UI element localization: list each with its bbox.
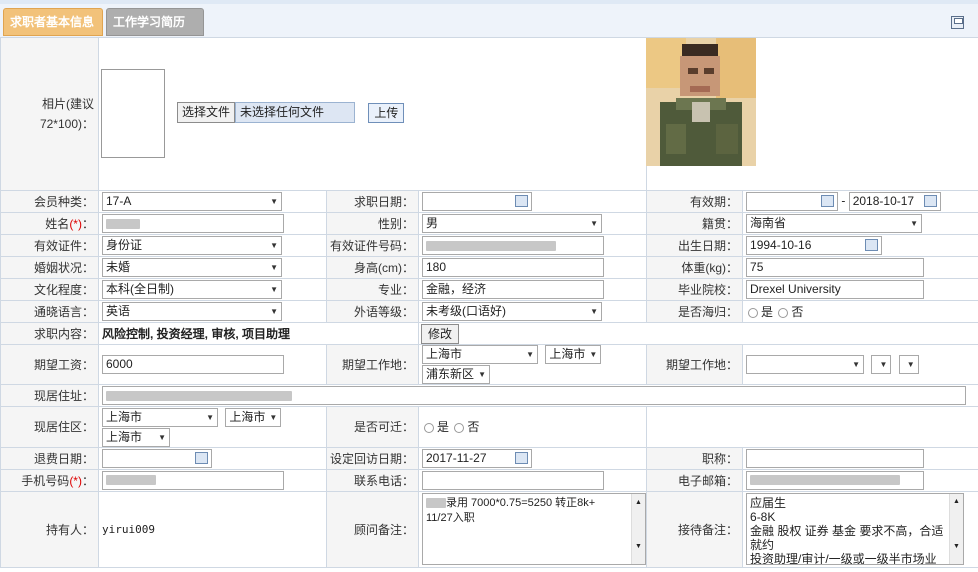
tab-basic-info[interactable]: 求职者基本信息: [3, 8, 103, 36]
modify-button[interactable]: 修改: [421, 323, 460, 344]
mobile-field[interactable]: [102, 470, 284, 490]
work-place-2-city-select[interactable]: [871, 355, 892, 375]
apply-date-label: 求职日期：: [326, 190, 419, 213]
profile-photo: [646, 38, 756, 166]
job-content-value: 风险控制, 投资经理, 审核, 项目助理: [102, 327, 291, 341]
save-icon[interactable]: [951, 16, 964, 29]
mobile-label: 手机号码(*)：: [0, 468, 99, 492]
calendar-icon[interactable]: [865, 239, 879, 251]
calendar-icon[interactable]: [821, 195, 835, 207]
work-place-2-province-select[interactable]: [746, 355, 865, 375]
address-label: 现居住址：: [0, 384, 99, 408]
live-area-label: 现居住区：: [0, 406, 99, 448]
foreign-level-select[interactable]: 未考级(口语好): [422, 302, 602, 321]
birth-date-label: 出生日期：: [646, 234, 744, 257]
calendar-icon[interactable]: [515, 195, 528, 207]
photo-preview-box: [101, 69, 165, 158]
job-title-label: 职称：: [646, 446, 744, 470]
email-label: 电子邮箱：: [646, 468, 744, 492]
work-place-2-label: 期望工作地：: [646, 343, 744, 386]
language-label: 通晓语言：: [0, 300, 99, 323]
overseas-label: 是否海归：: [646, 300, 744, 323]
work-place-city-select[interactable]: 上海市: [545, 345, 602, 365]
salary-field[interactable]: 6000: [102, 355, 284, 375]
school-label: 毕业院校：: [646, 278, 744, 301]
live-area-city-select[interactable]: 上海市: [225, 407, 282, 427]
calendar-icon[interactable]: [515, 451, 528, 464]
scrollbar[interactable]: [949, 494, 964, 565]
gender-select[interactable]: 男: [422, 214, 602, 233]
apply-date-field[interactable]: [422, 192, 532, 211]
refund-date-field[interactable]: [102, 448, 212, 468]
callback-date-label: 设定回访日期：: [326, 446, 419, 470]
school-field[interactable]: Drexel University: [746, 280, 925, 299]
education-select[interactable]: 本科(全日制): [102, 280, 282, 299]
range-dash: -: [841, 193, 846, 208]
holder-label: 持有人：: [0, 490, 99, 568]
address-field[interactable]: [102, 386, 966, 406]
job-seeker-form: 相片(建议72*100)： 选择文件 未选择任何文件 上传 会员种类： 17-A …: [0, 37, 978, 568]
foreign-level-label: 外语等级：: [326, 300, 419, 323]
id-number-label: 有效证件号码：: [326, 234, 419, 257]
holder-value: yirui009: [98, 490, 327, 568]
relocate-label: 是否可迁：: [326, 406, 419, 448]
major-label: 专业：: [326, 278, 419, 301]
valid-period-label: 有效期：: [646, 190, 744, 213]
work-place-district-select[interactable]: 浦东新区: [422, 365, 490, 385]
relocate-no-radio[interactable]: [454, 423, 465, 434]
calendar-icon[interactable]: [195, 451, 208, 464]
language-select[interactable]: 英语: [102, 302, 282, 321]
name-field[interactable]: [102, 214, 284, 233]
photo-label: 相片(建议72*100)：: [0, 37, 99, 191]
top-tab-bar: 求职者基本信息 工作学习简历: [0, 0, 978, 38]
upload-button[interactable]: 上传: [368, 102, 405, 123]
member-type-label: 会员种类：: [0, 190, 99, 213]
valid-from-field[interactable]: [746, 192, 839, 211]
file-name-display: 未选择任何文件: [235, 102, 356, 123]
member-type-select[interactable]: 17-A: [102, 192, 282, 211]
major-field[interactable]: 金融，经济: [422, 280, 604, 299]
callback-date-field[interactable]: 2017-11-27: [422, 448, 532, 468]
education-label: 文化程度：: [0, 278, 99, 301]
phone-field[interactable]: [422, 470, 604, 490]
live-area-province-select[interactable]: 上海市: [102, 407, 218, 427]
id-type-select[interactable]: 身份证: [102, 236, 282, 255]
live-area-district-select[interactable]: 上海市: [102, 427, 170, 447]
native-place-select[interactable]: 海南省: [746, 214, 923, 233]
work-place-label: 期望工作地：: [326, 343, 419, 386]
reception-note-textarea[interactable]: 应届生 6-8K 金融 股权 证券 基金 要求不高，合适就约 投资助理/审计/一级或一…: [746, 493, 965, 566]
id-type-label: 有效证件：: [0, 234, 99, 257]
birth-date-field[interactable]: 1994-10-16: [746, 236, 883, 255]
tab-work-resume[interactable]: 工作学习简历: [106, 8, 204, 36]
weight-field[interactable]: 75: [746, 258, 925, 277]
refund-date-label: 退费日期：: [0, 446, 99, 470]
calendar-icon[interactable]: [923, 195, 937, 207]
valid-to-field[interactable]: 2018-10-17: [848, 192, 941, 211]
job-title-field[interactable]: [746, 448, 925, 468]
name-label: 姓名(*)：: [0, 212, 99, 235]
relocate-yes-radio[interactable]: [424, 423, 434, 434]
work-place-2-district-select[interactable]: [898, 355, 919, 375]
email-field[interactable]: [746, 470, 925, 490]
reception-note-label: 接待备注：: [646, 490, 744, 568]
phone-label: 联系电话：: [326, 468, 419, 492]
work-place-province-select[interactable]: 上海市: [422, 345, 538, 365]
salary-label: 期望工资：: [0, 343, 99, 386]
height-label: 身高(cm)：: [326, 256, 419, 279]
consultant-note-label: 顾问备注：: [326, 490, 419, 568]
weight-label: 体重(kg)：: [646, 256, 744, 279]
scrollbar[interactable]: [631, 494, 645, 565]
gender-label: 性别：: [326, 212, 419, 235]
overseas-no-radio[interactable]: [778, 307, 789, 318]
id-number-field[interactable]: [422, 236, 604, 255]
overseas-yes-radio[interactable]: [748, 307, 759, 318]
consultant-note-textarea[interactable]: 录用 7000*0.75=5250 转正8k+ 11/27入职: [422, 493, 646, 566]
native-place-label: 籍贯：: [646, 212, 744, 235]
choose-file-button[interactable]: 选择文件: [177, 102, 236, 123]
job-content-label: 求职内容：: [0, 322, 99, 345]
marital-label: 婚姻状况：: [0, 256, 99, 279]
marital-select[interactable]: 未婚: [102, 258, 282, 277]
height-field[interactable]: 180: [422, 258, 604, 277]
